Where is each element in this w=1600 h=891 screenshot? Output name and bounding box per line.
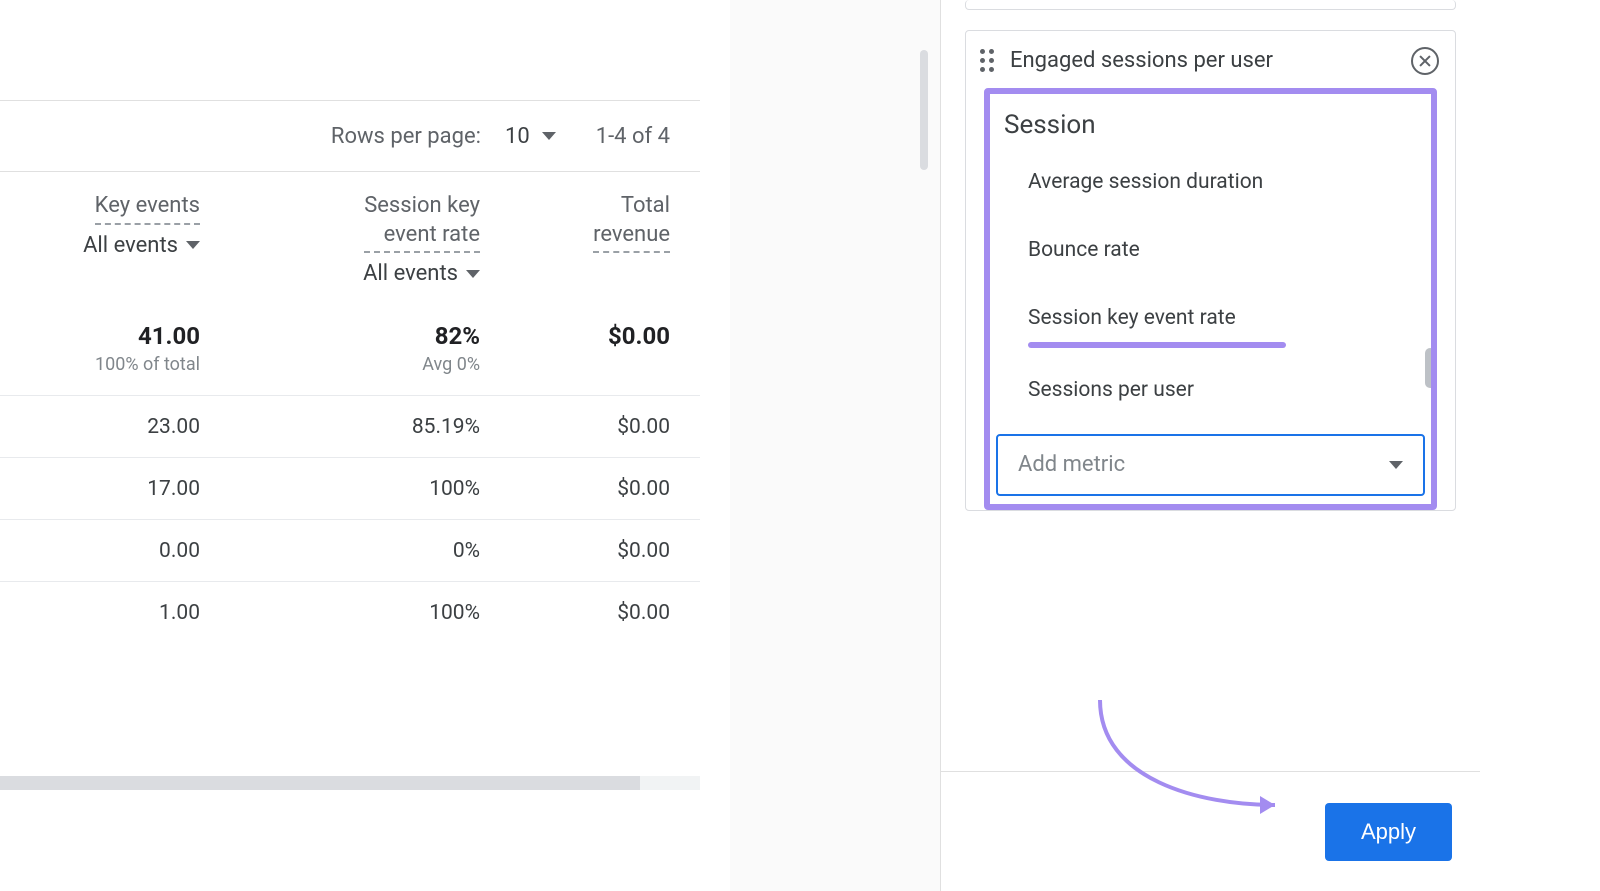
col-key-events-filter[interactable]: All events	[0, 233, 200, 258]
summary-revenue-value: $0.00	[480, 322, 670, 350]
col-revenue-label: Total revenue	[593, 192, 670, 253]
rows-per-page-value: 10	[505, 124, 530, 149]
table-row: 0.00 0% $0.00	[0, 519, 700, 581]
cell-revenue: $0.00	[480, 415, 670, 439]
highlight-underline	[1028, 342, 1286, 348]
cell-session-rate: 100%	[200, 477, 480, 501]
cell-revenue: $0.00	[480, 539, 670, 563]
summary-session-rate-sub: Avg 0%	[200, 354, 480, 375]
table-headers: Key events All events Session key event …	[0, 172, 700, 306]
vertical-scrollbar[interactable]	[1425, 348, 1435, 388]
add-metric-label: Add metric	[1018, 452, 1125, 477]
apply-button[interactable]: Apply	[1325, 803, 1452, 861]
cell-session-rate: 100%	[200, 601, 480, 625]
chevron-down-icon	[186, 241, 200, 249]
metric-picker-highlight: Session Average session duration Bounce …	[984, 88, 1437, 510]
metric-option[interactable]: Bounce rate	[990, 216, 1423, 284]
txt: Total	[621, 193, 670, 218]
cell-revenue: $0.00	[480, 601, 670, 625]
metric-option-list: Average session duration Bounce rate Ses…	[990, 148, 1431, 424]
col-session-rate-label: Session key event rate	[364, 192, 480, 253]
cell-key-events: 23.00	[0, 415, 200, 439]
table-row: 1.00 100% $0.00	[0, 581, 700, 643]
rows-per-page-label: Rows per page:	[331, 124, 481, 149]
cell-key-events: 1.00	[0, 601, 200, 625]
metric-option[interactable]: Average session duration	[990, 148, 1423, 216]
pager-row: Rows per page: 10 1-4 of 4	[0, 100, 700, 172]
col-session-rate-filter-value: All events	[363, 261, 458, 286]
table-row: 23.00 85.19% $0.00	[0, 395, 700, 457]
cell-key-events: 17.00	[0, 477, 200, 501]
previous-card-bottom	[965, 0, 1456, 10]
metric-group-title: Session	[990, 94, 1431, 148]
cell-session-rate: 85.19%	[200, 415, 480, 439]
chevron-down-icon	[1389, 461, 1403, 469]
chevron-down-icon	[466, 270, 480, 278]
customize-panel: Engaged sessions per user Session Averag…	[940, 0, 1480, 891]
table-row: 17.00 100% $0.00	[0, 457, 700, 519]
txt: event rate	[384, 222, 480, 247]
cell-session-rate: 0%	[200, 539, 480, 563]
metric-option[interactable]: Sessions per user	[990, 356, 1423, 424]
txt: revenue	[593, 222, 670, 247]
pane-gutter	[730, 0, 940, 891]
horizontal-scrollbar[interactable]	[0, 776, 700, 790]
txt: Session key	[364, 193, 480, 218]
chevron-down-icon	[542, 132, 556, 140]
pager-range: 1-4 of 4	[596, 124, 670, 149]
report-table-pane: Rows per page: 10 1-4 of 4 Key events Al…	[0, 0, 730, 800]
metric-card: Engaged sessions per user Session Averag…	[965, 30, 1456, 511]
drag-handle-icon[interactable]	[980, 49, 1000, 73]
col-session-rate-filter[interactable]: All events	[200, 261, 480, 286]
cell-key-events: 0.00	[0, 539, 200, 563]
table-summary-row: 41.00 100% of total 82% Avg 0% $0.00	[0, 306, 700, 395]
metric-card-title: Engaged sessions per user	[1010, 47, 1401, 76]
rows-per-page-select[interactable]: 10	[505, 124, 556, 149]
cell-revenue: $0.00	[480, 477, 670, 501]
summary-key-events-value: 41.00	[0, 322, 200, 350]
summary-session-rate-value: 82%	[200, 322, 480, 350]
col-key-events-filter-value: All events	[83, 233, 178, 258]
panel-footer: Apply	[941, 771, 1480, 891]
summary-key-events-sub: 100% of total	[0, 354, 200, 375]
col-key-events-label: Key events	[95, 192, 200, 225]
add-metric-dropdown[interactable]: Add metric	[996, 434, 1425, 496]
remove-metric-button[interactable]	[1411, 47, 1439, 75]
